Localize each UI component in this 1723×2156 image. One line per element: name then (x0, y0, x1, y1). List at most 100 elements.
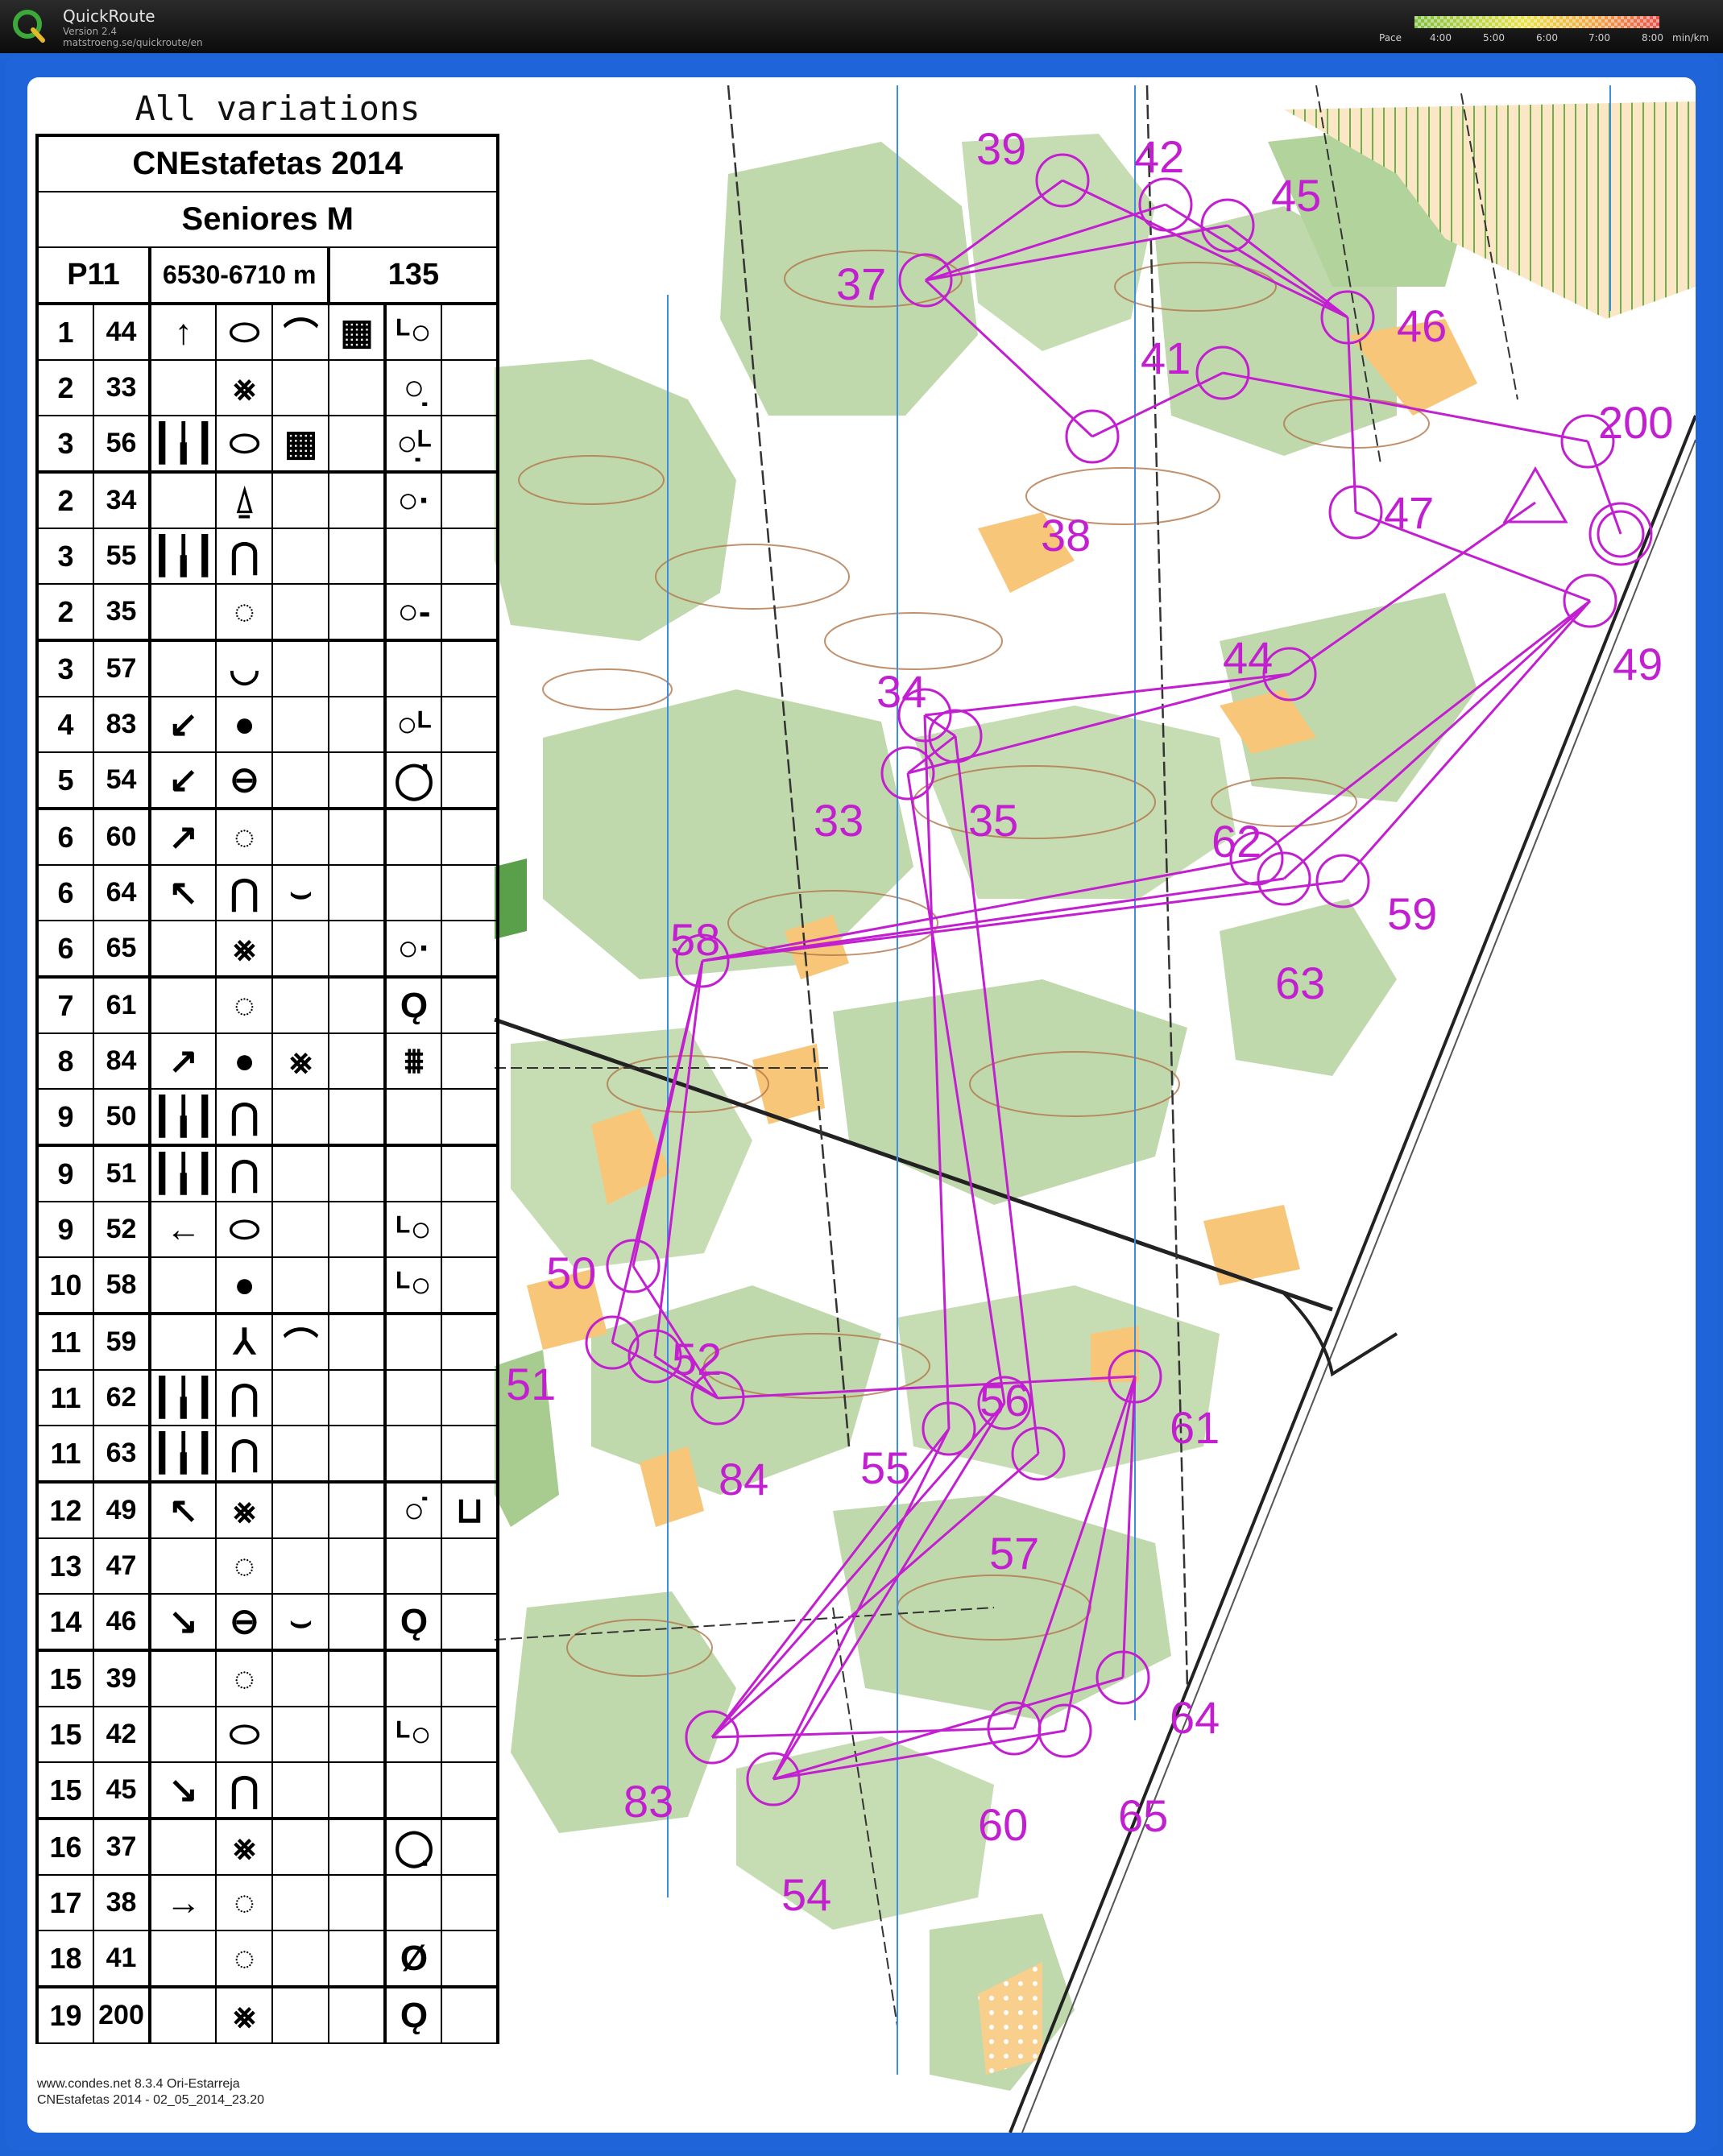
feature-symbol: ⬭ (215, 415, 274, 474)
other-info-symbol (441, 1201, 500, 1258)
control-code: 46 (93, 1593, 151, 1652)
pace-tick: 5:00 (1483, 32, 1505, 43)
control-number-label: 45 (1271, 170, 1321, 221)
appearance-symbol: ▦ (271, 415, 330, 474)
appearance-symbol (271, 976, 330, 1034)
control-code: 45 (93, 1761, 151, 1820)
control-order: 2 (35, 359, 94, 416)
which-feature-symbol: ┃╽┃ (147, 1144, 217, 1202)
control-order: 9 (35, 1201, 94, 1258)
which-feature-symbol: ┃╽┃ (147, 415, 217, 474)
control-number-label: 33 (814, 795, 864, 846)
category-name: Seniores M (35, 191, 500, 248)
detail-symbol (328, 1537, 387, 1595)
which-feature-symbol (147, 1256, 217, 1315)
which-feature-symbol (147, 471, 217, 529)
feature-symbol: ● (215, 1256, 274, 1315)
control-row: 3 56 ┃╽┃ ⬭ ▦ ○̣ᴸ (35, 415, 500, 474)
appearance-symbol (271, 1761, 330, 1820)
feature-symbol: ◌ (215, 1930, 274, 1988)
location-symbol: ○- (383, 583, 443, 642)
control-number-label: 61 (1170, 1402, 1220, 1453)
appearance-symbol (271, 1818, 330, 1876)
control-order: 5 (35, 751, 94, 810)
feature-symbol: ◌ (215, 1649, 274, 1707)
control-number-label: 60 (978, 1799, 1028, 1850)
control-code: 41 (93, 1930, 151, 1988)
control-code: 62 (93, 1369, 151, 1426)
other-info-symbol (441, 639, 500, 697)
control-row: 15 45 ↘ ⋂ (35, 1761, 500, 1820)
pace-color-scale (1414, 16, 1659, 28)
feature-symbol: ⍙ (215, 471, 274, 529)
control-code: 65 (93, 920, 151, 979)
control-order: 11 (35, 1369, 94, 1426)
pace-unit: min/km (1672, 32, 1709, 43)
detail-symbol (328, 1369, 387, 1426)
other-info-symbol (441, 1874, 500, 1931)
control-order: 9 (35, 1088, 94, 1147)
which-feature-symbol (147, 1649, 217, 1707)
control-order: 1 (35, 303, 94, 361)
which-feature-symbol: ↙ (147, 696, 217, 753)
control-code: 51 (93, 1144, 151, 1202)
control-code: 33 (93, 359, 151, 416)
feature-symbol: ⬭ (215, 303, 274, 361)
appearance-symbol (271, 1256, 330, 1315)
appearance-symbol (271, 1088, 330, 1147)
feature-symbol: ⨳ (215, 1818, 274, 1876)
appearance-symbol (271, 639, 330, 697)
control-number-label: 65 (1118, 1790, 1168, 1841)
control-number-label: 51 (506, 1359, 556, 1409)
feature-symbol: ◌ (215, 1537, 274, 1595)
location-symbol (383, 639, 443, 697)
app-version: Version 2.4 (63, 26, 118, 37)
control-number-label: 64 (1170, 1692, 1220, 1743)
which-feature-symbol (147, 583, 217, 642)
feature-symbol: ◡ (215, 639, 274, 697)
location-symbol: ○̣ᴸ (383, 415, 443, 474)
feature-symbol: ⋂ (215, 1369, 274, 1426)
control-code: 56 (93, 415, 151, 474)
other-info-symbol (441, 1537, 500, 1595)
location-symbol: ○̣ (383, 359, 443, 416)
feature-symbol: ⋂ (215, 1088, 274, 1147)
app-titlebar: QuickRoute Version 2.4 matstroeng.se/qui… (0, 0, 1723, 53)
feature-symbol: ⋂ (215, 1144, 274, 1202)
control-number-label: 59 (1387, 888, 1437, 939)
control-number-label: 52 (672, 1334, 722, 1384)
other-info-symbol: ⊔ (441, 1481, 500, 1539)
course-climb: 135 (327, 246, 500, 305)
location-symbol (383, 1088, 443, 1147)
control-number-label: 63 (1275, 958, 1325, 1008)
which-feature-symbol: ┃╽┃ (147, 1369, 217, 1426)
control-order: 3 (35, 415, 94, 474)
detail-symbol (328, 1761, 387, 1820)
appearance-symbol (271, 1481, 330, 1539)
control-number-label: 84 (719, 1454, 768, 1504)
control-order: 7 (35, 976, 94, 1034)
control-row: 19 200 ⨳ Ǫ (35, 1986, 500, 2044)
appearance-symbol (271, 696, 330, 753)
control-number-label: 42 (1134, 131, 1184, 182)
control-order: 2 (35, 471, 94, 529)
feature-symbol: ◌ (215, 583, 274, 642)
map-canvas[interactable]: 39 42 45 37 41 46 200 38 47 49 44 34 33 35 62 59 63 58 50 5… (27, 77, 1696, 2133)
feature-symbol: ⨳ (215, 1986, 274, 2044)
location-symbol (383, 1425, 443, 1484)
location-symbol (383, 1313, 443, 1371)
detail-symbol (328, 920, 387, 979)
control-row: 11 62 ┃╽┃ ⋂ (35, 1369, 500, 1426)
appearance-symbol: ⌒ (271, 303, 330, 361)
appearance-symbol (271, 1649, 330, 1707)
which-feature-symbol (147, 976, 217, 1034)
location-symbol: ᴸ○ (383, 1201, 443, 1258)
other-info-symbol (441, 1930, 500, 1988)
which-feature-symbol: ← (147, 1201, 217, 1258)
feature-symbol: ⨳ (215, 359, 274, 416)
which-feature-symbol: ↘ (147, 1593, 217, 1652)
detail-symbol (328, 639, 387, 697)
control-row: 11 59 ⅄ ⌒ (35, 1313, 500, 1371)
pace-tick: 7:00 (1588, 32, 1610, 43)
detail-symbol (328, 696, 387, 753)
